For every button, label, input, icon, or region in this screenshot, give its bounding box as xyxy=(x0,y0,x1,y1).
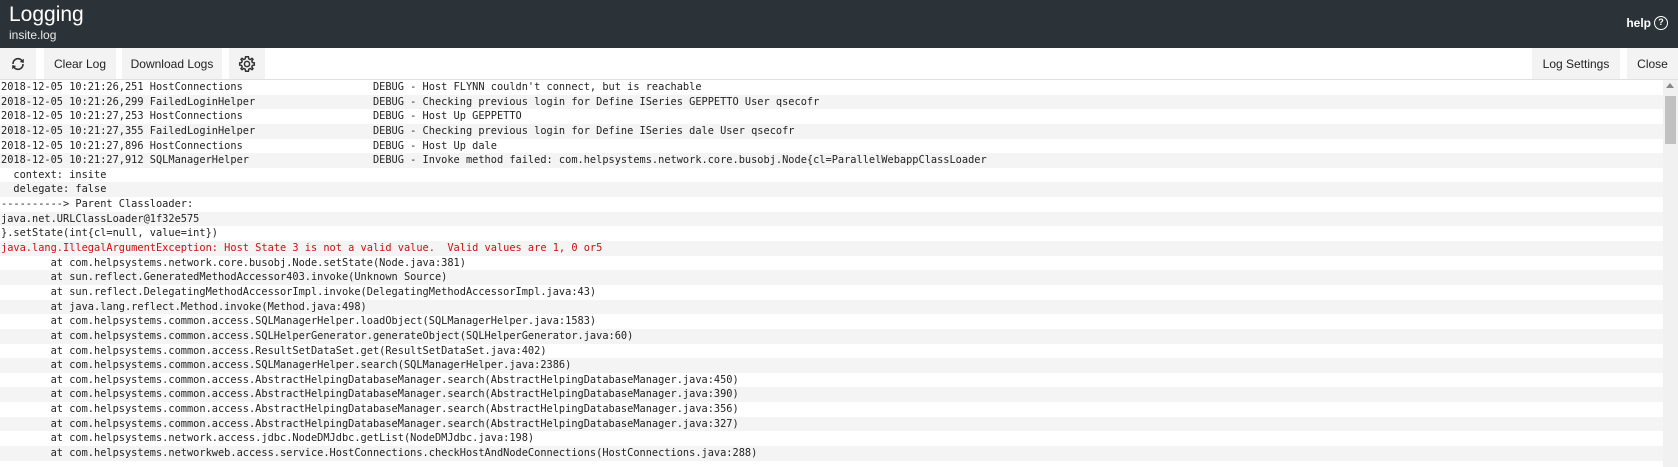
log-line: java.net.URLClassLoader@1f32e575 xyxy=(0,211,1663,227)
help-link[interactable]: help ? xyxy=(1626,16,1668,30)
refresh-button[interactable] xyxy=(0,48,36,79)
log-line: at sun.reflect.GeneratedMethodAccessor40… xyxy=(0,270,1663,285)
log-line: 2018-12-05 10:21:27,896 HostConnections … xyxy=(1,139,497,152)
log-line: at com.helpsystems.common.access.SQLMana… xyxy=(0,358,1663,373)
log-line-error: java.lang.IllegalArgumentException: Host… xyxy=(0,241,1663,256)
log-line: 2018-12-05 10:21:26,299 FailedLoginHelpe… xyxy=(0,94,1663,110)
log-line: at com.helpsystems.common.access.ResultS… xyxy=(1,344,547,357)
log-line: ----------> Parent Classloader: xyxy=(1,198,194,211)
log-line: at java.lang.reflect.Method.invoke(Metho… xyxy=(0,299,1663,315)
help-label: help xyxy=(1626,16,1651,30)
log-line: 2018-12-05 10:21:27,912 SQLManagerHelper… xyxy=(0,153,1663,168)
log-line: at com.helpsystems.networkweb.access.ser… xyxy=(0,446,1663,461)
log-line: at com.helpsystems.common.access.Abstrac… xyxy=(1,373,739,386)
log-scrollbar[interactable] xyxy=(1663,80,1678,467)
log-line: at com.helpsystems.common.access.Abstrac… xyxy=(0,416,1663,432)
app-header: Logging insite.log help ? xyxy=(0,0,1678,48)
download-logs-button[interactable]: Download Logs xyxy=(122,48,222,79)
log-line: at com.helpsystems.network.core.busobj.N… xyxy=(1,256,466,269)
log-line: 2018-12-05 10:21:26,251 HostConnections … xyxy=(1,81,702,93)
gear-button[interactable] xyxy=(229,48,265,79)
log-viewer[interactable]: 2018-12-05 10:21:26,251 HostConnections … xyxy=(0,80,1663,467)
log-line: at com.helpsystems.common.access.Abstrac… xyxy=(0,387,1663,403)
log-line: 2018-12-05 10:21:27,355 FailedLoginHelpe… xyxy=(0,123,1663,139)
log-line: 2018-12-05 10:21:27,253 HostConnections … xyxy=(1,110,522,123)
scrollbar-thumb[interactable] xyxy=(1665,96,1676,144)
log-line: at com.helpsystems.network.access.jdbc.N… xyxy=(1,432,535,445)
log-line: at com.helpsystems.common.access.SQLMana… xyxy=(1,315,597,328)
help-icon: ? xyxy=(1654,16,1668,30)
clear-log-button[interactable]: Clear Log xyxy=(44,48,116,79)
gear-icon xyxy=(238,55,256,72)
toolbar: Clear Log Download Logs Log Settings Clo… xyxy=(0,48,1678,80)
refresh-icon xyxy=(12,57,24,70)
close-button[interactable]: Close xyxy=(1627,48,1678,79)
scroll-up-arrow-icon[interactable] xyxy=(1666,83,1674,88)
log-line: context: insite xyxy=(1,168,107,181)
log-file-name: insite.log xyxy=(9,28,57,42)
page-title: Logging xyxy=(9,3,84,26)
log-line: at com.helpsystems.common.access.Abstrac… xyxy=(1,403,739,416)
log-settings-button[interactable]: Log Settings xyxy=(1532,48,1620,79)
log-line: delegate: false xyxy=(0,182,1663,198)
log-line: }.setState(int{cl=null, value=int}) xyxy=(1,227,218,240)
log-line: at sun.reflect.DelegatingMethodAccessorI… xyxy=(1,285,597,298)
log-line: at com.helpsystems.common.access.SQLHelp… xyxy=(0,328,1663,344)
